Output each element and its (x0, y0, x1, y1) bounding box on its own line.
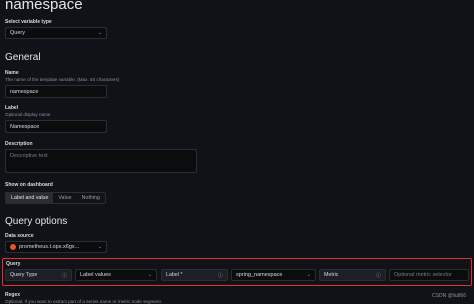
name-input-value: namespace (10, 88, 39, 95)
watermark: CSDN @liu866 (432, 293, 466, 299)
chevron-down-icon: ⌄ (306, 272, 311, 278)
metric-text: Metric (324, 272, 339, 278)
chevron-down-icon: ⌄ (97, 30, 102, 36)
show-on-dashboard-label: Show on dashboard (5, 182, 53, 188)
description-placeholder: Descriptive text (10, 153, 48, 159)
label-field-value: spring_namespace (236, 272, 283, 278)
radio-value[interactable]: Value (53, 193, 76, 203)
query-options-heading: Query options (5, 216, 68, 227)
query-label: Query (6, 261, 21, 267)
variable-type-select[interactable]: Query ⌄ (5, 27, 107, 39)
metric-label: Metric ⓘ (319, 269, 386, 281)
regex-description: Optional, if you want to extract part of… (5, 299, 163, 304)
data-source-select[interactable]: prometheus.t.ops.x6gx... ⌄ (5, 241, 107, 253)
info-icon: ⓘ (61, 272, 67, 279)
label-input[interactable]: Namespace (5, 120, 107, 133)
show-on-dashboard-radio-group: Label and value Value Nothing (5, 192, 106, 204)
name-description: The name of the template variable. (Max.… (5, 77, 120, 82)
query-type-label: Query Type ⓘ (5, 269, 72, 281)
description-label: Description (5, 141, 33, 147)
query-type-select[interactable]: Label values ⌄ (75, 269, 157, 281)
info-icon: ⓘ (375, 272, 381, 279)
regex-label: Regex (5, 292, 21, 298)
variable-type-label: Select variable type (5, 19, 52, 25)
label-field-label: Label * ⓘ (161, 269, 228, 281)
label-description: Optional display name (5, 112, 51, 117)
data-source-label: Data source (5, 233, 34, 239)
page-title: namespace (5, 0, 83, 13)
label-input-value: Namespace (10, 123, 40, 130)
label-field-text: Label * (166, 272, 183, 278)
name-label: Name (5, 70, 19, 76)
label-label: Label (5, 105, 19, 111)
name-input[interactable]: namespace (5, 85, 107, 98)
query-type-text: Query Type (10, 272, 38, 278)
query-type-value: Label values (80, 272, 111, 278)
chevron-down-icon: ⌄ (97, 244, 102, 250)
metric-select[interactable]: Optional metric selector (389, 269, 469, 281)
prometheus-icon (10, 244, 16, 250)
info-icon: ⓘ (217, 272, 223, 279)
radio-nothing[interactable]: Nothing (77, 193, 105, 203)
label-field-select[interactable]: spring_namespace ⌄ (231, 269, 316, 281)
general-heading: General (5, 52, 41, 63)
radio-label-and-value[interactable]: Label and value (6, 193, 54, 203)
chevron-down-icon: ⌄ (147, 272, 152, 278)
metric-placeholder: Optional metric selector (394, 272, 452, 278)
data-source-value: prometheus.t.ops.x6gx... (19, 244, 80, 250)
variable-type-value: Query (10, 30, 25, 36)
description-textarea[interactable]: Descriptive text (5, 149, 197, 173)
